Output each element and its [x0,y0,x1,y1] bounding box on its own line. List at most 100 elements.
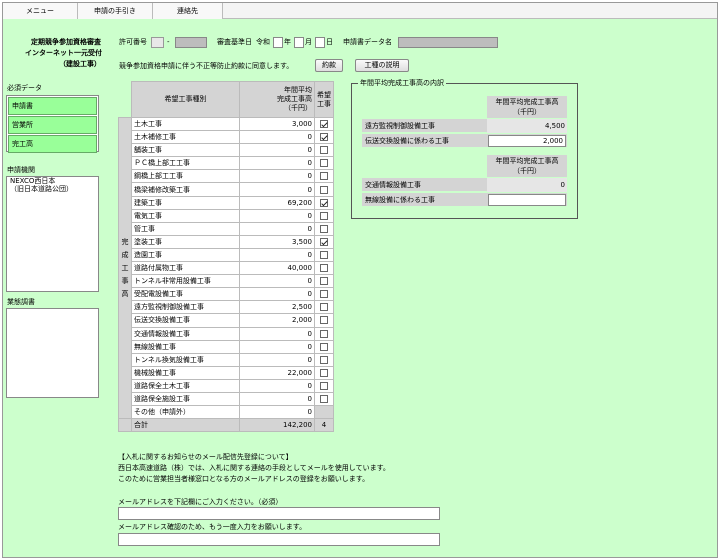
agreement-button[interactable]: 約款 [315,59,343,72]
hope-checkbox[interactable] [320,395,328,404]
breakdown-header-2: 年間平均完成工事高 （千円） [487,155,567,177]
breakdown-row-transmission: 伝送交換設備に係わる工事 2,000 [362,134,567,148]
base-month-input[interactable] [294,37,304,48]
work-type-amount: 3,000 [239,116,315,132]
col-annual-average: 年間平均 完成工事高 （千円） [239,81,315,118]
table-row: 舗装工事 0 [119,143,334,158]
business-report-listbox[interactable] [6,308,99,398]
table-row: 伝送交換設備工事 2,000 [119,313,334,328]
hope-checkbox[interactable] [320,211,328,220]
tab-menu[interactable]: メニュー [3,3,78,19]
work-explain-button[interactable]: 工種の説明 [355,59,409,72]
base-day-input[interactable] [315,37,325,48]
agency-option-nexco[interactable]: NEXCO西日本 [7,177,98,185]
hope-cell [314,313,334,328]
hope-checkbox[interactable] [320,290,328,299]
hope-checkbox[interactable] [320,159,328,168]
agency-option-jh[interactable]: （旧日本道路公団） [7,185,98,193]
required-item-completion[interactable]: 完工高 [8,135,97,153]
email-confirm-input[interactable] [118,533,440,546]
other-label: その他（申請外） [131,405,240,420]
hope-checkbox[interactable] [320,264,328,273]
data-name-input[interactable] [398,37,498,48]
work-type-amount: 0 [239,221,315,236]
breakdown-header-1-line-1: 年間平均完成工事高 [495,98,559,106]
work-type-name: 無線設備工事 [131,339,240,354]
hope-checkbox[interactable] [320,316,328,325]
mail-heading: 【入札に関するお知らせのメール配信先登録について】 [118,453,293,461]
breakdown-row-traffic-name: 交通情報設備工事 [365,181,421,189]
breakdown-header-1-line-2: （千円） [513,108,541,116]
permit-type-select[interactable] [151,37,164,48]
base-year-input[interactable] [273,37,283,48]
table-row: 道路付属物工事 40,000 [119,261,334,276]
hope-checkbox[interactable] [320,368,328,377]
required-item-application[interactable]: 申請書 [8,97,97,115]
hope-cell [314,274,334,289]
breakdown-panel: 年間平均完成工事高の内訳 年間平均完成工事高 （千円） 遠方監視制御設備工事 4… [351,78,578,219]
hope-checkbox[interactable] [320,303,328,312]
required-item-office[interactable]: 営業所 [8,116,97,134]
tab-guide[interactable]: 申請の手引き [78,3,153,19]
email-input[interactable] [118,507,440,520]
work-type-amount: 0 [239,247,315,263]
breakdown-transmission-input[interactable]: 2,000 [488,135,566,147]
hope-cell [314,195,334,210]
total-spacer [118,418,132,433]
hope-checkbox[interactable] [320,172,328,181]
work-type-name: 舗装工事 [131,143,240,158]
breakdown-row-radio-name: 無線設備に係わる工事 [365,196,435,204]
breakdown-row-traffic-value: 0 [487,178,567,192]
hope-checkbox[interactable] [320,185,328,194]
work-type-amount: 40,000 [239,261,315,276]
hope-cell [314,247,334,263]
tab-contact[interactable]: 連絡先 [153,3,223,19]
total-label: 合計 [131,418,240,433]
hope-checkbox[interactable] [320,146,328,155]
business-report-label: 業態調書 [7,298,35,306]
era-label: 令和 [256,38,270,46]
hope-checkbox[interactable] [320,224,328,233]
work-type-name: 道路付属物工事 [131,261,240,276]
breakdown-header-2-line-1: 年間平均完成工事高 [495,157,559,165]
hope-cell [314,300,334,315]
top-tab-bar: メニュー 申請の手引き 連絡先 [3,3,717,19]
work-type-amount: 2,000 [239,313,315,328]
work-type-name: 道路保全施設工事 [131,391,240,407]
table-row-total: 合計 142,200 4 [118,418,334,433]
total-amount: 142,200 [239,418,315,433]
hope-checkbox[interactable] [320,329,328,338]
permit-number-input[interactable] [175,37,207,48]
hope-checkbox[interactable] [320,133,328,142]
work-type-name: 遠方監視制御設備工事 [131,300,240,315]
application-frame: メニュー 申請の手引き 連絡先 定期競争参加資格審査 インターネット一元受付 （… [2,2,718,558]
table-row: 無線設備工事 0 [119,339,334,354]
hope-cell [314,130,334,145]
breakdown-radio-input[interactable] [488,194,566,206]
hope-checkbox[interactable] [320,355,328,364]
agency-label: 申請機関 [7,166,35,174]
hope-checkbox[interactable] [320,198,328,207]
work-type-name: 土木補修工事 [131,130,240,145]
hope-cell [314,391,334,407]
hope-cell [314,261,334,276]
hope-checkbox[interactable] [320,237,328,246]
work-type-amount: 0 [239,326,315,341]
mail-line-2: このために営業担当者様窓口となる方のメールアドレスの登録をお願いします。 [118,475,370,483]
hope-checkbox[interactable] [320,277,328,286]
hope-checkbox[interactable] [320,120,328,129]
agency-listbox[interactable]: NEXCO西日本 （旧日本道路公団） [6,176,99,292]
consent-text: 競争参加資格申請に伴う不正等防止約款に同意します。 [119,62,294,70]
mail-line-1: 西日本高速道路（株）では、入札に関する連絡の手段としてメールを使用しています。 [118,464,390,472]
work-type-amount: 22,000 [239,365,315,380]
work-type-name: 道路保全土木工事 [131,378,240,393]
hope-checkbox[interactable] [320,250,328,259]
hope-checkbox[interactable] [320,342,328,351]
col-annual-average-line-2: 完成工事高 [277,95,312,103]
other-amount: 0 [239,405,315,420]
col-annual-average-line-1: 年間平均 [284,86,312,94]
side-label-char: 工 [121,263,129,272]
hope-checkbox[interactable] [320,381,328,390]
work-type-name: 造園工事 [131,247,240,263]
page-title-line-2: インターネット一元受付 [25,49,102,57]
